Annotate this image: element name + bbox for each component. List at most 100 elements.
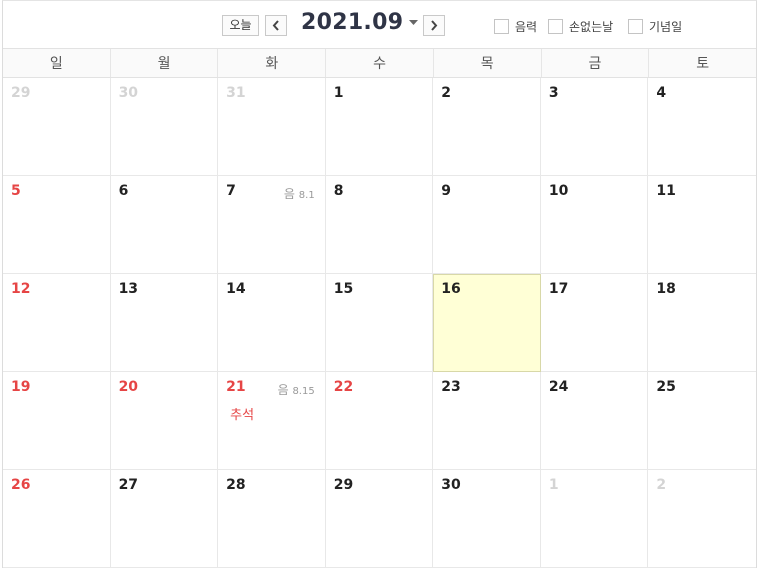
day-number: 29	[11, 85, 31, 101]
day-cell[interactable]: 6	[110, 176, 219, 274]
day-cell[interactable]: 10	[540, 176, 649, 274]
day-cell[interactable]: 3	[540, 78, 649, 176]
day-cell[interactable]: 31	[218, 78, 326, 176]
day-cell[interactable]: 27	[110, 470, 219, 568]
day-number: 30	[118, 85, 139, 101]
day-cell[interactable]: 18	[648, 274, 756, 372]
anniversary-checkbox[interactable]	[628, 19, 643, 34]
day-number: 10	[548, 183, 569, 199]
day-number: 16	[441, 281, 461, 297]
day-number: 19	[11, 379, 31, 395]
sonless-day-checkbox[interactable]	[548, 19, 563, 34]
day-cell[interactable]: 12	[3, 274, 111, 372]
day-number: 2	[656, 477, 667, 493]
day-cell[interactable]: 23	[433, 372, 541, 470]
day-cell[interactable]: 20	[110, 372, 219, 470]
day-cell[interactable]: 25	[648, 372, 756, 470]
month-title-dropdown[interactable]: 2021.09	[301, 10, 419, 35]
day-cell[interactable]: 14	[218, 274, 326, 372]
day-number: 20	[118, 379, 139, 395]
day-cell[interactable]: 22	[325, 372, 434, 470]
day-number: 6	[118, 183, 129, 199]
day-number: 28	[226, 477, 246, 493]
day-number: 8	[333, 183, 344, 199]
day-cell[interactable]: 9	[433, 176, 541, 274]
weekday-sat: 토	[696, 56, 710, 72]
day-number: 12	[11, 281, 31, 297]
day-number: 14	[226, 281, 246, 297]
month-title: 2021.09	[301, 10, 404, 35]
day-cell[interactable]: 13	[110, 274, 219, 372]
lunar-checkbox[interactable]	[494, 19, 509, 34]
next-month-button[interactable]	[423, 15, 445, 36]
weekday-thu: 목	[434, 49, 542, 77]
caret-down-icon	[409, 20, 419, 25]
weekday-wed: 수	[326, 49, 434, 77]
day-cell[interactable]: 1	[540, 470, 649, 568]
day-cell[interactable]: 29	[325, 470, 434, 568]
lunar-value: 8.15	[292, 386, 315, 397]
day-cell[interactable]: 29	[3, 78, 111, 176]
day-number: 24	[548, 379, 569, 395]
day-number: 11	[656, 183, 676, 199]
day-number: 31	[226, 85, 246, 101]
weekday-tue: 화	[218, 49, 327, 77]
day-number: 26	[11, 477, 31, 493]
day-number: 5	[11, 183, 21, 199]
day-number: 21	[226, 379, 246, 395]
sonless-day-label: 손없는날	[569, 20, 614, 34]
lunar-prefix: 음	[283, 187, 295, 201]
today-button[interactable]: 오늘	[222, 15, 259, 36]
day-cell[interactable]: 26	[3, 470, 111, 568]
day-number: 2	[441, 85, 452, 101]
weekday-mon: 월	[111, 49, 219, 77]
chevron-left-icon	[272, 20, 279, 31]
day-cell[interactable]: 21 음 8.15 추석	[218, 372, 326, 470]
day-number: 18	[656, 281, 676, 297]
day-number: 27	[118, 477, 139, 493]
weekday-fri: 금	[542, 49, 650, 77]
day-cell[interactable]: 28	[218, 470, 326, 568]
day-number: 15	[333, 281, 354, 297]
day-number: 29	[333, 477, 354, 493]
calendar-grid: 29 30 31 1 2 3 4 5 6 7 음 8.1 8 9 10 11 12 13 14 15 16 17 18 19…	[3, 78, 756, 568]
sonless-day-toggle[interactable]: 손없는날	[548, 18, 613, 35]
day-cell[interactable]: 15	[325, 274, 434, 372]
lunar-date: 음 8.1	[284, 185, 315, 202]
day-cell[interactable]: 1	[325, 78, 434, 176]
day-number: 30	[441, 477, 461, 493]
day-number: 25	[656, 379, 676, 395]
anniversary-toggle[interactable]: 기념일	[628, 18, 682, 35]
day-number: 1	[548, 477, 559, 493]
day-number: 3	[548, 85, 559, 101]
holiday-label: 추석	[230, 408, 255, 423]
weekday-sun: 일	[3, 49, 111, 77]
day-number: 17	[548, 281, 569, 297]
day-cell[interactable]: 19	[3, 372, 111, 470]
anniversary-label: 기념일	[649, 20, 683, 34]
day-cell[interactable]: 17	[540, 274, 649, 372]
day-cell[interactable]: 11	[648, 176, 756, 274]
lunar-prefix: 음	[277, 383, 289, 397]
day-cell[interactable]: 2	[433, 78, 541, 176]
chevron-right-icon	[431, 20, 438, 31]
day-cell[interactable]: 8	[325, 176, 434, 274]
day-number: 23	[441, 379, 461, 395]
day-number: 4	[656, 85, 667, 101]
day-number: 9	[441, 183, 452, 199]
calendar-toolbar: 오늘 2021.09 음력 손없는날 기념일	[3, 1, 756, 48]
day-cell[interactable]: 30	[433, 470, 541, 568]
day-cell[interactable]: 4	[648, 78, 756, 176]
day-cell[interactable]: 7 음 8.1	[218, 176, 326, 274]
day-cell[interactable]: 30	[110, 78, 219, 176]
day-cell[interactable]: 24	[540, 372, 649, 470]
prev-month-button[interactable]	[265, 15, 287, 36]
day-cell[interactable]: 2	[648, 470, 756, 568]
weekday-header: 일 월 화 수 목 금 토	[3, 48, 756, 78]
lunar-toggle[interactable]: 음력	[494, 18, 537, 35]
lunar-label: 음력	[515, 20, 538, 34]
lunar-value: 8.1	[298, 190, 315, 201]
day-cell[interactable]: 5	[3, 176, 111, 274]
day-number: 22	[333, 379, 354, 395]
day-cell-today[interactable]: 16	[433, 274, 541, 372]
